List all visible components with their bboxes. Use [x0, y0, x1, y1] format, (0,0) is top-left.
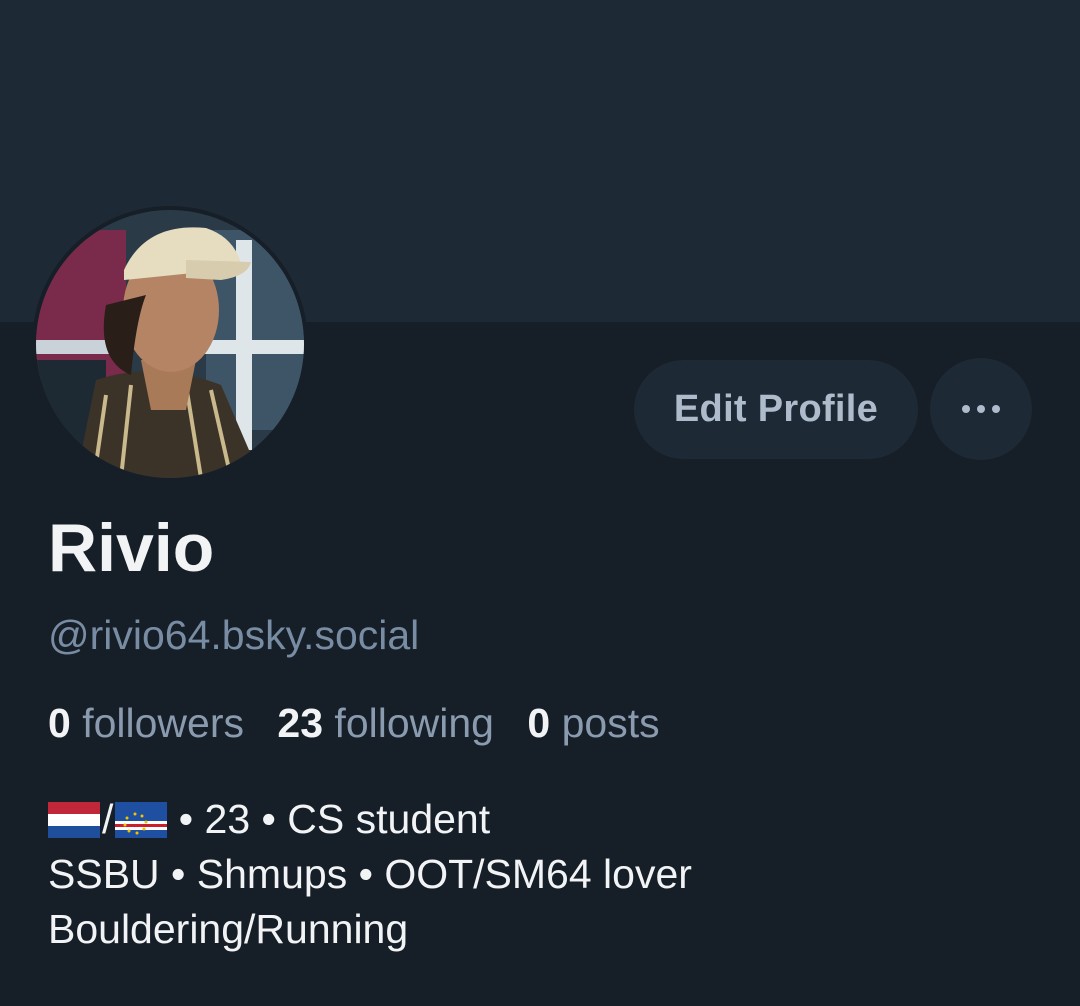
cape-verde-flag-icon [115, 801, 168, 838]
bio-line-1: / • 23 • CS student [48, 792, 692, 847]
profile-bio: / • 23 • CS student SSBU • Shmups • OOT/… [48, 792, 692, 957]
ellipsis-icon [962, 405, 970, 413]
more-options-button[interactable] [930, 358, 1032, 460]
followers-count[interactable]: 0 followers [48, 700, 255, 746]
netherlands-flag-icon [48, 801, 100, 838]
bio-line-2: SSBU • Shmups • OOT/SM64 lover [48, 851, 692, 897]
ellipsis-icon [977, 405, 985, 413]
ellipsis-icon [992, 405, 1000, 413]
bio-separator: / [102, 796, 114, 842]
following-count[interactable]: 23 following [277, 700, 505, 746]
bio-text-1: • 23 • CS student [167, 796, 491, 842]
avatar-image [36, 210, 304, 478]
display-name: Rivio [48, 510, 215, 586]
user-handle: @rivio64.bsky.social [48, 612, 420, 658]
avatar[interactable] [32, 206, 308, 482]
edit-profile-button[interactable]: Edit Profile [634, 360, 918, 459]
posts-count: 0 posts [527, 700, 660, 746]
profile-stats: 0 followers 23 following 0 posts [48, 696, 682, 750]
bio-line-3: Bouldering/Running [48, 906, 409, 952]
